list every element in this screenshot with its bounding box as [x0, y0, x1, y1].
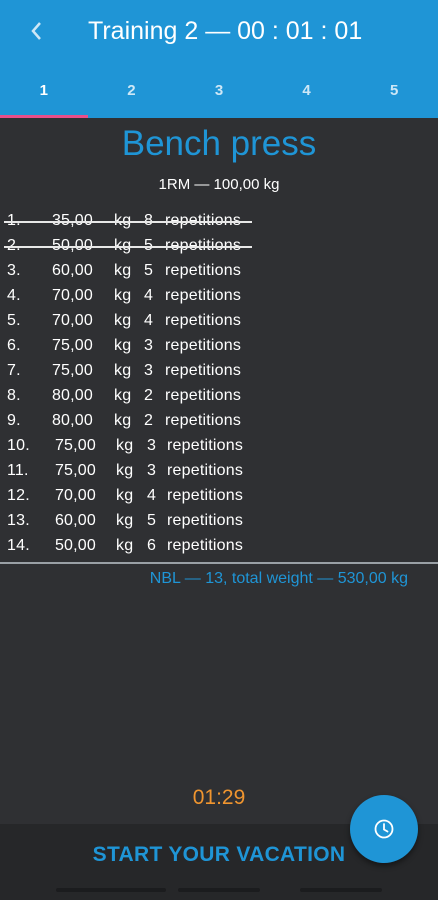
set-row[interactable]: 8. 80,00 kg 2 repetitions	[0, 383, 438, 408]
set-reps-label: repetitions	[165, 312, 242, 329]
set-reps-label: repetitions	[167, 462, 244, 479]
set-weight: 70,00	[51, 287, 93, 304]
set-row[interactable]: 2.50,00kg5repetitions	[0, 233, 438, 258]
chevron-left-icon	[31, 22, 41, 40]
set-row[interactable]: 9. 80,00 kg 2 repetitions	[0, 408, 438, 433]
tab-3[interactable]: 3	[175, 62, 263, 118]
tab-4[interactable]: 4	[263, 62, 351, 118]
tab-2[interactable]: 2	[88, 62, 176, 118]
strikethrough-line	[4, 221, 252, 223]
tab-1[interactable]: 1	[0, 62, 88, 118]
set-reps: 2	[144, 412, 154, 429]
set-row[interactable]: 4. 70,00 kg 4 repetitions	[0, 283, 438, 308]
set-weight: 70,00	[51, 312, 93, 329]
clock-icon	[374, 819, 394, 839]
tab-label: 1	[39, 81, 48, 99]
set-row[interactable]: 6. 75,00 kg 3 repetitions	[0, 333, 438, 358]
set-weight: 75,00	[51, 337, 93, 354]
set-unit: kg	[116, 437, 134, 454]
set-weight: 70,00	[54, 487, 96, 504]
set-row[interactable]: 10. 75,00 kg 3 repetitions	[0, 433, 438, 458]
set-row[interactable]: 5. 70,00 kg 4 repetitions	[0, 308, 438, 333]
set-reps-label: repetitions	[167, 512, 244, 529]
tab-5[interactable]: 5	[350, 62, 438, 118]
set-row[interactable]: 12. 70,00 kg 4 repetitions	[0, 483, 438, 508]
set-reps: 2	[144, 387, 154, 404]
set-row[interactable]: 3. 60,00 kg 5 repetitions	[0, 258, 438, 283]
set-weight: 60,00	[51, 262, 93, 279]
set-unit: kg	[114, 287, 132, 304]
page-title: Training 2 — 00 : 01 : 01	[88, 17, 363, 45]
set-unit: kg	[114, 337, 132, 354]
set-unit: kg	[114, 412, 132, 429]
set-reps-label: repetitions	[165, 262, 242, 279]
set-row[interactable]: 13. 60,00 kg 5 repetitions	[0, 508, 438, 533]
set-reps-label: repetitions	[167, 537, 244, 554]
set-row[interactable]: 1.35,00kg8repetitions	[0, 208, 438, 233]
set-reps-label: repetitions	[165, 412, 242, 429]
set-unit: kg	[116, 462, 134, 479]
set-unit: kg	[116, 512, 134, 529]
set-reps-label: repetitions	[165, 287, 242, 304]
set-unit: kg	[114, 387, 132, 404]
set-reps-label: repetitions	[167, 487, 244, 504]
nav-handle	[56, 888, 166, 892]
strikethrough-line	[4, 246, 252, 248]
set-weight: 80,00	[51, 412, 93, 429]
set-weight: 75,00	[54, 437, 96, 454]
set-reps: 6	[147, 537, 157, 554]
tab-label: 5	[390, 81, 399, 99]
back-button[interactable]	[22, 14, 50, 48]
set-weight: 60,00	[54, 512, 96, 529]
set-weight: 75,00	[54, 462, 96, 479]
set-weight: 50,00	[54, 537, 96, 554]
workout-summary: NBL — 13, total weight — 530,00 kg	[149, 570, 408, 587]
nav-handle	[178, 888, 260, 892]
set-row[interactable]: 7. 75,00 kg 3 repetitions	[0, 358, 438, 383]
set-reps-label: repetitions	[165, 337, 242, 354]
set-unit: kg	[116, 537, 134, 554]
set-reps: 5	[144, 262, 154, 279]
set-reps-label: repetitions	[165, 387, 242, 404]
tab-label: 2	[127, 81, 136, 99]
tab-label: 3	[214, 81, 224, 99]
timer-fab-button[interactable]	[350, 795, 418, 863]
set-row[interactable]: 11. 75,00 kg 3 repetitions	[0, 458, 438, 483]
set-unit: kg	[114, 362, 132, 379]
set-reps: 4	[147, 487, 157, 504]
set-reps-label: repetitions	[165, 362, 242, 379]
one-rep-max: 1RM — 100,00 kg	[158, 176, 280, 193]
set-unit: kg	[114, 262, 132, 279]
set-reps: 5	[147, 512, 157, 529]
set-reps-label: repetitions	[167, 437, 244, 454]
set-weight: 75,00	[51, 362, 93, 379]
nav-handle	[300, 888, 382, 892]
set-reps: 3	[144, 337, 154, 354]
set-reps: 3	[147, 437, 157, 454]
tab-indicator	[0, 115, 88, 118]
set-weight: 80,00	[51, 387, 93, 404]
tab-bar: 1 2 3 4 5	[0, 62, 438, 118]
set-reps: 3	[144, 362, 154, 379]
divider	[0, 562, 438, 564]
app-bar: Training 2 — 00 : 01 : 01 1 2 3 4 5	[0, 0, 438, 118]
set-reps: 3	[147, 462, 157, 479]
set-unit: kg	[116, 487, 134, 504]
tab-label: 4	[302, 81, 311, 99]
sets-list: 1.35,00kg8repetitions2.50,00kg5repetitio…	[0, 208, 438, 558]
exercise-title: Bench press	[121, 124, 317, 163]
set-unit: kg	[114, 312, 132, 329]
set-row[interactable]: 14. 50,00 kg 6 repetitions	[0, 533, 438, 558]
set-reps: 4	[144, 312, 154, 329]
set-reps: 4	[144, 287, 154, 304]
